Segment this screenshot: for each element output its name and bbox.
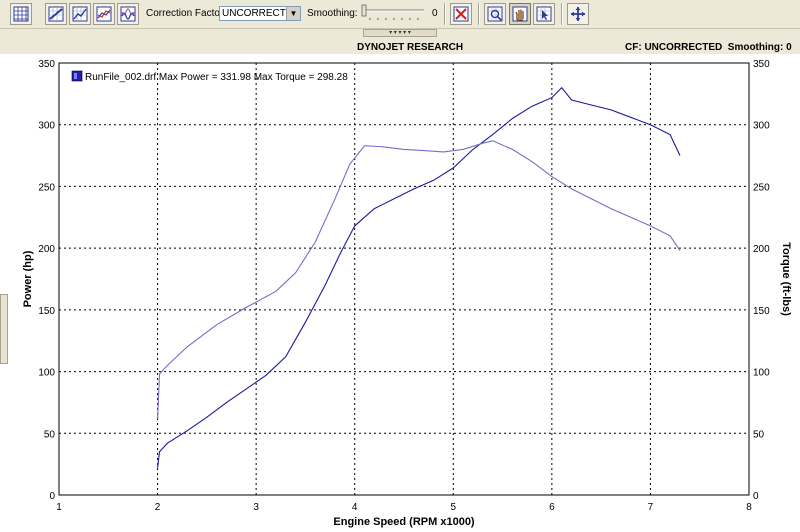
y-ticks-left: 0 50 100 150 200 250 300 350 — [38, 59, 55, 502]
smoothing-value: 0 — [432, 8, 438, 19]
x-axis-label: Engine Speed (RPM x1000) — [333, 516, 475, 528]
x-tick-label: 5 — [451, 502, 457, 513]
y-tick-label-right: 300 — [753, 121, 770, 132]
y-tick-label-left: 200 — [38, 244, 55, 255]
y-tick-label-right: 200 — [753, 244, 770, 255]
chart-edit-icon[interactable] — [45, 3, 67, 25]
series-line-power — [157, 86, 681, 468]
y-tick-label-right: 250 — [753, 182, 770, 193]
chart-multi-icon[interactable] — [93, 3, 115, 25]
y-axis-label-left: Power (hp) — [22, 250, 34, 307]
series-group — [157, 86, 681, 468]
x-tick-label: 7 — [648, 502, 654, 513]
y-tick-label-left: 250 — [38, 182, 55, 193]
correction-factor-label: Correction Factor: — [146, 8, 227, 19]
y-tick-label-left: 100 — [38, 368, 55, 379]
x-tick-label: 1 — [56, 502, 62, 513]
header-title: DYNOJET RESEARCH — [357, 42, 464, 53]
y-tick-label-right: 0 — [753, 491, 759, 502]
y-tick-label-right: 50 — [753, 429, 765, 440]
x-tick-label: 3 — [253, 502, 259, 513]
chart-header: DYNOJET RESEARCH CF: UNCORRECTED Smoothi… — [0, 40, 800, 54]
smoothing-slider[interactable] — [360, 4, 426, 22]
y-tick-label-left: 0 — [49, 491, 55, 502]
y-tick-label-left: 150 — [38, 306, 55, 317]
toolbar-separator — [444, 3, 446, 25]
y-tick-label-left: 50 — [44, 429, 56, 440]
cursor-grid-icon[interactable] — [533, 3, 555, 25]
y-tick-label-right: 150 — [753, 306, 770, 317]
collapse-toggle[interactable]: ▾ ▾ ▾ ▾ ▾ — [363, 29, 437, 37]
y-tick-label-left: 350 — [38, 59, 55, 70]
y-ticks-right: 0 50 100 150 200 250 300 350 — [753, 59, 770, 502]
x-tick-label: 6 — [549, 502, 555, 513]
legend-swatch-highlight — [74, 73, 77, 79]
splitter-bar[interactable]: ▾ ▾ ▾ ▾ ▾ — [0, 29, 800, 39]
correction-factor-select[interactable]: UNCORRECTED ▼ — [219, 6, 301, 21]
chart-grid — [59, 63, 749, 495]
toolbar: Correction Factor: UNCORRECTED ▼ Smoothi… — [0, 0, 800, 29]
grid-icon[interactable] — [10, 3, 32, 25]
y-tick-label-right: 350 — [753, 59, 770, 70]
zoom-grid-icon[interactable] — [484, 3, 506, 25]
x-tick-label: 2 — [155, 502, 161, 513]
chart-line-icon[interactable] — [69, 3, 91, 25]
hand-pan-icon[interactable] — [509, 3, 531, 25]
toolbar-separator — [478, 3, 480, 25]
chart-panel: 0 50 100 150 200 250 300 350 0 50 100 150 200 250 300… — [0, 54, 800, 532]
x-tick-label: 4 — [352, 502, 358, 513]
series-line-torque — [157, 140, 681, 419]
header-status: CF: UNCORRECTED Smoothing: 0 — [625, 42, 792, 53]
y-axis-label-right: Torque (ft-lbs) — [780, 242, 792, 316]
legend-text: RunFile_002.drf Max Power = 331.98 Max T… — [85, 72, 348, 83]
dyno-chart: 0 50 100 150 200 250 300 350 0 50 100 150 200 250 300… — [22, 59, 792, 528]
y-tick-label-left: 300 — [38, 121, 55, 132]
chart-wave-icon[interactable] — [117, 3, 139, 25]
crosshair-move-icon[interactable] — [567, 3, 589, 25]
x-ticks: 1 2 3 4 5 6 7 8 — [56, 502, 752, 513]
toolbar-separator — [561, 3, 563, 25]
x-tick-label: 8 — [746, 502, 752, 513]
y-tick-label-right: 100 — [753, 368, 770, 379]
plot-frame — [58, 62, 750, 496]
chevron-down-icon[interactable]: ▼ — [286, 7, 300, 20]
smoothing-label: Smoothing: — [307, 8, 358, 19]
delete-chart-icon[interactable] — [450, 3, 472, 25]
